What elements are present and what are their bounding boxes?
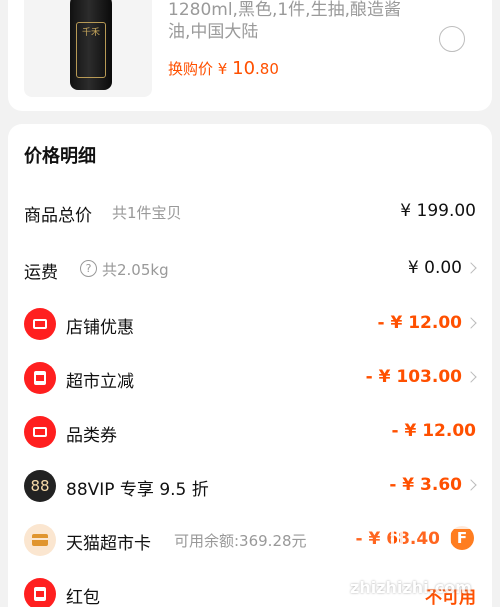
swap-price-currency: ¥ bbox=[217, 60, 228, 78]
price-detail-title: 价格明细 bbox=[24, 146, 96, 167]
row-supermarket-discount[interactable]: 超市立减 - ¥ 103.00 bbox=[8, 358, 492, 398]
row-label: 红包 bbox=[66, 588, 100, 607]
row-shipping[interactable]: 运费 ? 共2.05kg ¥ 0.00 bbox=[8, 249, 492, 289]
row-sub: 可用余额:369.28元 bbox=[174, 532, 307, 550]
swap-price: 换购价 ¥ 10.80 bbox=[168, 58, 279, 79]
product-description: 1280ml,黑色,1件,生抽,酿造酱油,中国大陆 bbox=[168, 0, 401, 42]
row-amount: ¥ 199.00 bbox=[400, 201, 476, 221]
supermarket-discount-icon bbox=[24, 362, 56, 394]
row-sub: 共1件宝贝 bbox=[112, 204, 182, 222]
row-88vip[interactable]: 88 88VIP 专享 9.5 折 - ¥ 3.60 bbox=[8, 466, 492, 506]
chevron-right-icon bbox=[465, 371, 477, 383]
chevron-right-icon bbox=[465, 317, 477, 329]
row-shop-discount[interactable]: 店铺优惠 - ¥ 12.00 bbox=[8, 304, 492, 344]
product-thumbnail[interactable]: 千禾 bbox=[24, 0, 152, 97]
chevron-right-icon bbox=[465, 479, 477, 491]
row-item-total: 商品总价 共1件宝贝 ¥ 199.00 bbox=[8, 192, 492, 232]
row-label: 店铺优惠 bbox=[66, 318, 134, 338]
swap-price-int: 10 bbox=[232, 58, 256, 79]
vip-88-icon: 88 bbox=[24, 470, 56, 502]
chevron-right-icon bbox=[465, 262, 477, 274]
radio-unchecked-icon[interactable] bbox=[439, 26, 465, 52]
swap-price-label: 换购价 bbox=[168, 60, 214, 78]
watermark-text: zhizhizhi.com bbox=[350, 578, 472, 597]
category-coupon-icon bbox=[24, 416, 56, 448]
swap-product-card: 千禾 1280ml,黑色,1件,生抽,酿造酱油,中国大陆 换购价 ¥ 10.80 bbox=[8, 0, 492, 111]
site-watermark: zhizhizhi.com bbox=[348, 520, 498, 607]
help-circle-icon[interactable]: ? bbox=[80, 260, 97, 277]
row-amount: - ¥ 3.60 bbox=[389, 475, 462, 495]
tmall-card-icon bbox=[24, 524, 56, 556]
shop-coupon-icon bbox=[24, 308, 56, 340]
row-label: 品类券 bbox=[66, 426, 117, 446]
row-label: 运费 bbox=[24, 263, 58, 283]
bottle-brand-mark: 千禾 bbox=[82, 28, 101, 38]
row-label: 88VIP 专享 9.5 折 bbox=[66, 480, 209, 500]
row-label: 商品总价 bbox=[24, 206, 92, 226]
row-amount: - ¥ 103.00 bbox=[365, 367, 462, 387]
swap-price-dec: .80 bbox=[255, 60, 279, 78]
row-category-coupon: 品类券 - ¥ 12.00 bbox=[8, 412, 492, 452]
row-amount: - ¥ 12.00 bbox=[391, 421, 477, 441]
row-label: 超市立减 bbox=[66, 372, 134, 392]
row-label: 天猫超市卡 bbox=[66, 534, 151, 554]
row-sub: 共2.05kg bbox=[102, 261, 169, 279]
row-amount: ¥ 0.00 bbox=[407, 258, 462, 278]
red-packet-icon bbox=[24, 578, 56, 607]
row-amount: - ¥ 12.00 bbox=[377, 313, 463, 333]
